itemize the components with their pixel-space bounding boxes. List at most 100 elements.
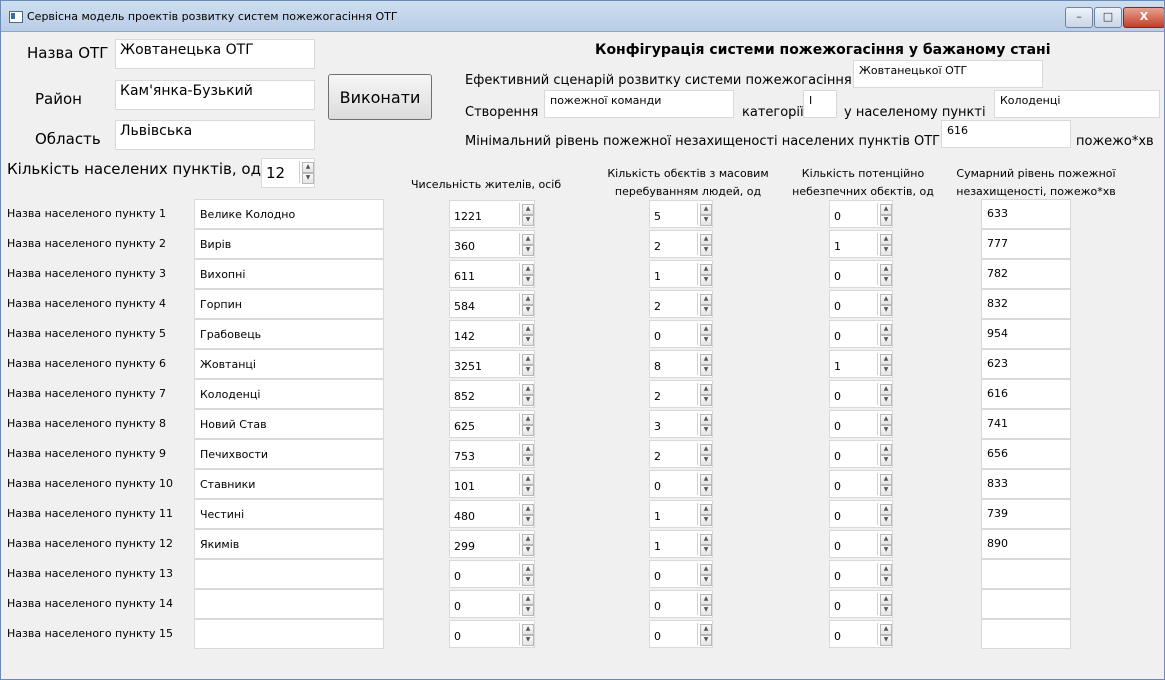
spin-up-icon[interactable]: ▲	[522, 444, 534, 455]
settlement-name-field[interactable]	[194, 559, 384, 589]
spin-up-icon[interactable]: ▲	[700, 384, 712, 395]
spin-up-icon[interactable]: ▲	[880, 564, 892, 575]
spin-down-icon[interactable]: ▼	[700, 395, 712, 406]
danger-objects-stepper[interactable]: 1 ▲ ▼	[829, 230, 893, 258]
population-stepper[interactable]: 584 ▲ ▼	[449, 290, 535, 318]
population-stepper[interactable]: 299 ▲ ▼	[449, 530, 535, 558]
spin-up-icon[interactable]: ▲	[880, 324, 892, 335]
spin-down-icon[interactable]: ▼	[522, 455, 534, 466]
settlement-name-field[interactable]: Ставники	[194, 469, 384, 499]
spin-up-icon[interactable]: ▲	[522, 594, 534, 605]
spin-up-icon[interactable]: ▲	[522, 414, 534, 425]
spin-down-icon[interactable]: ▼	[700, 305, 712, 316]
spin-up-icon[interactable]: ▲	[700, 354, 712, 365]
district-field[interactable]: Кам'янка-Бузький	[115, 80, 315, 110]
spin-up-icon[interactable]: ▲	[880, 444, 892, 455]
spin-up-icon[interactable]: ▲	[700, 624, 712, 635]
danger-objects-stepper[interactable]: 0 ▲ ▼	[829, 500, 893, 528]
mass-objects-stepper[interactable]: 0 ▲ ▼	[649, 320, 713, 348]
population-stepper[interactable]: 480 ▲ ▼	[449, 500, 535, 528]
danger-objects-stepper[interactable]: 0 ▲ ▼	[829, 320, 893, 348]
total-level-field[interactable]: 833	[981, 469, 1071, 499]
spin-up-icon[interactable]: ▲	[522, 354, 534, 365]
spin-up-icon[interactable]: ▲	[880, 474, 892, 485]
danger-objects-stepper[interactable]: 1 ▲ ▼	[829, 350, 893, 378]
spin-down-icon[interactable]: ▼	[880, 605, 892, 616]
spin-up-icon[interactable]: ▲	[700, 504, 712, 515]
spin-down-icon[interactable]: ▼	[880, 455, 892, 466]
spin-up-icon[interactable]: ▲	[880, 594, 892, 605]
population-stepper[interactable]: 101 ▲ ▼	[449, 470, 535, 498]
mass-objects-stepper[interactable]: 2 ▲ ▼	[649, 440, 713, 468]
spin-up-icon[interactable]: ▲	[522, 384, 534, 395]
create-field[interactable]: пожежної команди	[544, 90, 734, 118]
danger-objects-stepper[interactable]: 0 ▲ ▼	[829, 380, 893, 408]
spin-up-icon[interactable]: ▲	[880, 234, 892, 245]
spin-down-icon[interactable]: ▼	[880, 305, 892, 316]
danger-objects-stepper[interactable]: 0 ▲ ▼	[829, 590, 893, 618]
danger-objects-stepper[interactable]: 0 ▲ ▼	[829, 440, 893, 468]
spin-up-icon[interactable]: ▲	[522, 234, 534, 245]
total-level-field[interactable]	[981, 589, 1071, 619]
region-field[interactable]: Львівська	[115, 120, 315, 150]
spin-up-icon[interactable]: ▲	[522, 474, 534, 485]
danger-objects-stepper[interactable]: 0 ▲ ▼	[829, 200, 893, 228]
mass-objects-stepper[interactable]: 0 ▲ ▼	[649, 590, 713, 618]
spin-down-icon[interactable]: ▼	[522, 335, 534, 346]
total-level-field[interactable]: 739	[981, 499, 1071, 529]
settlement-name-field[interactable]: Новий Став	[194, 409, 384, 439]
population-stepper[interactable]: 625 ▲ ▼	[449, 410, 535, 438]
spin-down-icon[interactable]: ▼	[880, 575, 892, 586]
spin-up-icon[interactable]: ▲	[522, 264, 534, 275]
spin-down-icon[interactable]: ▼	[700, 275, 712, 286]
spin-up-icon[interactable]: ▲	[880, 534, 892, 545]
settlement-name-field[interactable]: Якимів	[194, 529, 384, 559]
spin-up-icon[interactable]: ▲	[880, 204, 892, 215]
settlement-name-field[interactable]: Велике Колодно	[194, 199, 384, 229]
mass-objects-stepper[interactable]: 3 ▲ ▼	[649, 410, 713, 438]
spin-up-icon[interactable]: ▲	[700, 594, 712, 605]
population-stepper[interactable]: 142 ▲ ▼	[449, 320, 535, 348]
mass-objects-stepper[interactable]: 8 ▲ ▼	[649, 350, 713, 378]
minimize-button[interactable]: –	[1065, 7, 1093, 28]
spin-down-icon[interactable]: ▼	[880, 485, 892, 496]
spin-down-icon[interactable]: ▼	[700, 515, 712, 526]
population-stepper[interactable]: 0 ▲ ▼	[449, 590, 535, 618]
spin-down-icon[interactable]: ▼	[302, 173, 314, 184]
population-stepper[interactable]: 0 ▲ ▼	[449, 620, 535, 648]
spin-up-icon[interactable]: ▲	[700, 564, 712, 575]
spin-down-icon[interactable]: ▼	[522, 365, 534, 376]
danger-objects-stepper[interactable]: 0 ▲ ▼	[829, 470, 893, 498]
spin-up-icon[interactable]: ▲	[880, 414, 892, 425]
population-stepper[interactable]: 852 ▲ ▼	[449, 380, 535, 408]
spin-down-icon[interactable]: ▼	[700, 365, 712, 376]
settlement-name-field[interactable]: Колоденці	[194, 379, 384, 409]
spin-down-icon[interactable]: ▼	[880, 635, 892, 646]
population-stepper[interactable]: 611 ▲ ▼	[449, 260, 535, 288]
spin-up-icon[interactable]: ▲	[880, 384, 892, 395]
total-level-field[interactable]: 741	[981, 409, 1071, 439]
total-level-field[interactable]: 782	[981, 259, 1071, 289]
spin-up-icon[interactable]: ▲	[522, 624, 534, 635]
spin-up-icon[interactable]: ▲	[522, 204, 534, 215]
scenario-field[interactable]: Жовтанецької ОТГ	[853, 60, 1043, 88]
total-level-field[interactable]: 777	[981, 229, 1071, 259]
mass-objects-stepper[interactable]: 0 ▲ ▼	[649, 620, 713, 648]
spin-up-icon[interactable]: ▲	[522, 504, 534, 515]
population-stepper[interactable]: 753 ▲ ▼	[449, 440, 535, 468]
population-stepper[interactable]: 360 ▲ ▼	[449, 230, 535, 258]
spin-up-icon[interactable]: ▲	[880, 504, 892, 515]
spin-down-icon[interactable]: ▼	[522, 575, 534, 586]
spin-down-icon[interactable]: ▼	[522, 305, 534, 316]
min-level-field[interactable]: 616	[941, 120, 1071, 148]
total-level-field[interactable]: 890	[981, 529, 1071, 559]
settlement-name-field[interactable]	[194, 589, 384, 619]
settlement-name-field[interactable]: Горпин	[194, 289, 384, 319]
total-level-field[interactable]: 623	[981, 349, 1071, 379]
total-level-field[interactable]: 656	[981, 439, 1071, 469]
spin-up-icon[interactable]: ▲	[302, 162, 314, 173]
population-stepper[interactable]: 3251 ▲ ▼	[449, 350, 535, 378]
mass-objects-stepper[interactable]: 2 ▲ ▼	[649, 290, 713, 318]
mass-objects-stepper[interactable]: 1 ▲ ▼	[649, 530, 713, 558]
village-field[interactable]: Колоденці	[994, 90, 1160, 118]
